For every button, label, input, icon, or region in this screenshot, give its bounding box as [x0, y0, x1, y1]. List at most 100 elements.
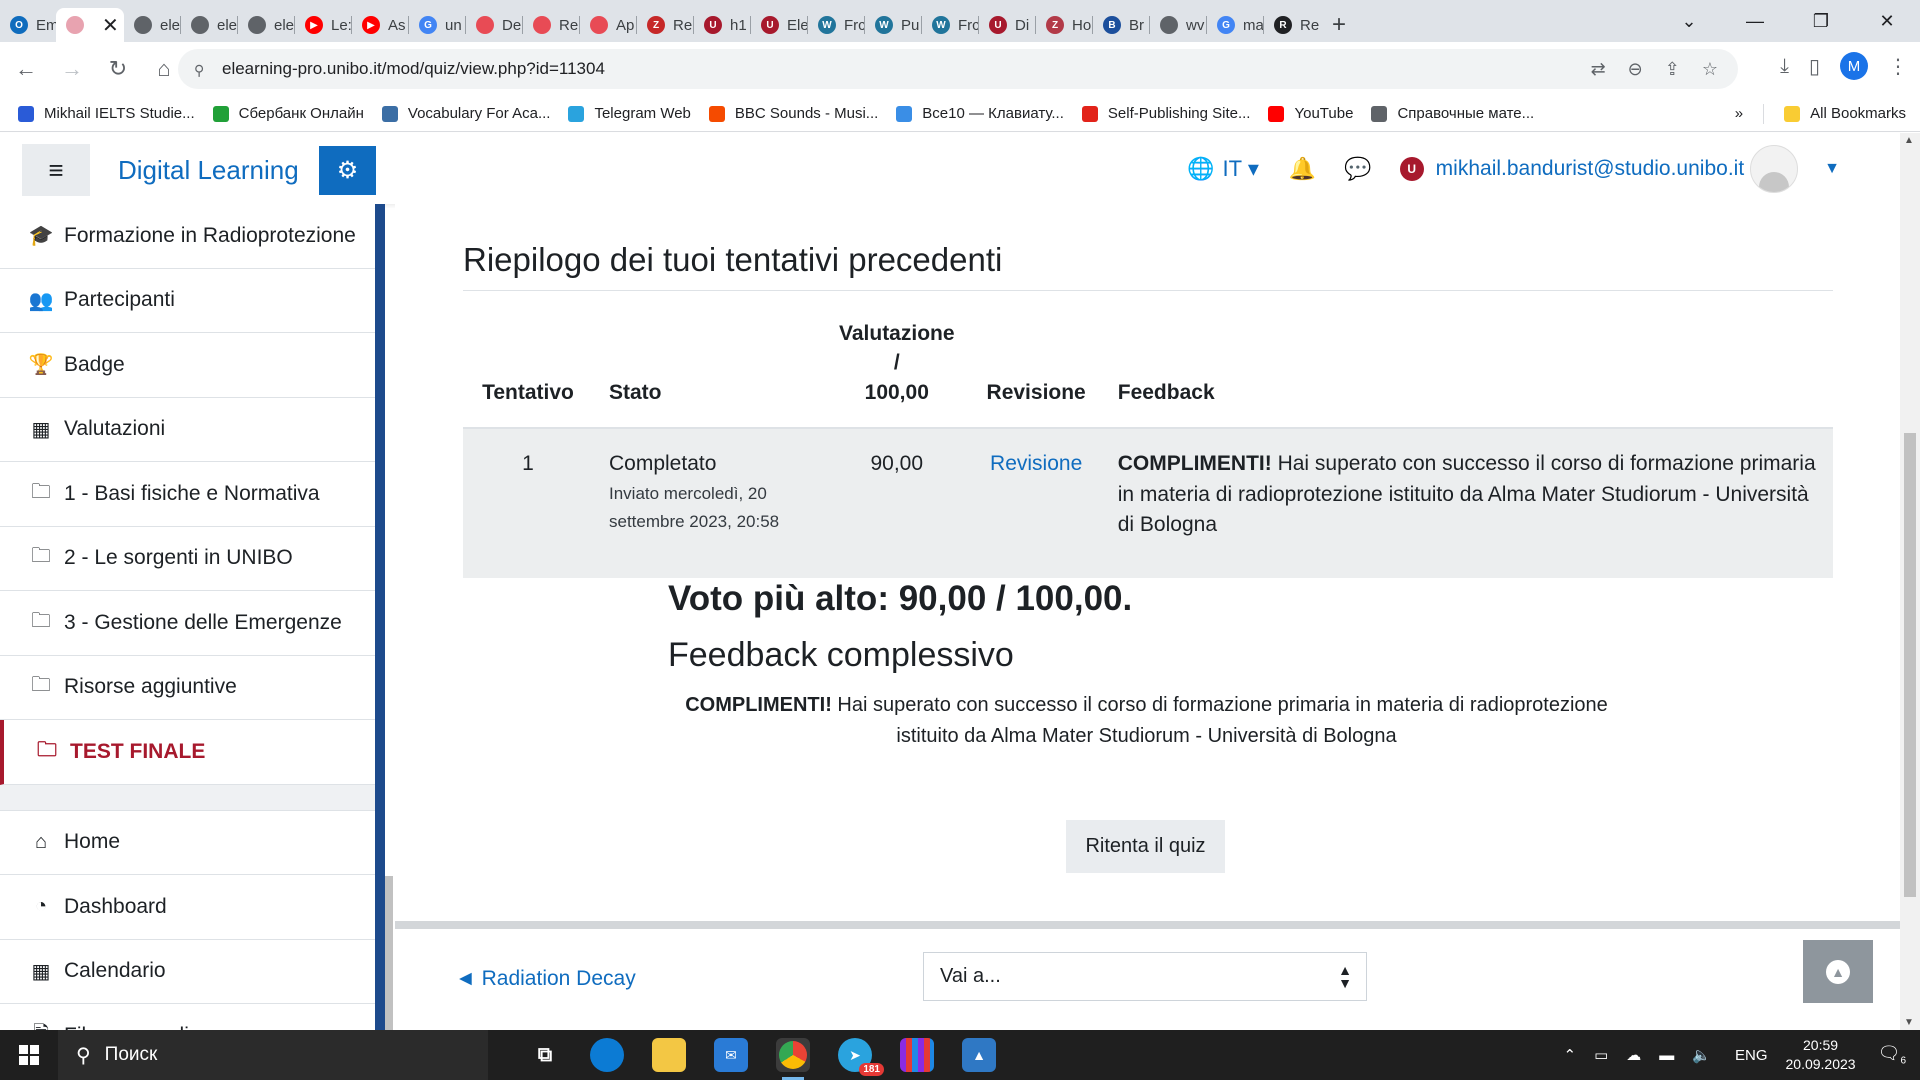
bookmark-item[interactable]: BBC Sounds - Musi... [708, 105, 878, 122]
browser-tab[interactable]: B Br [1093, 8, 1149, 42]
file-explorer-icon[interactable] [652, 1038, 686, 1072]
settings-button[interactable]: ⚙ [319, 146, 376, 195]
clock[interactable]: 20:59 20.09.2023 [1786, 1036, 1856, 1074]
share-icon[interactable]: ⇪ [1665, 59, 1680, 80]
browser-tab[interactable]: ▶ Le: [295, 8, 351, 42]
sidebar-item[interactable]: 🗀 2 - Le sorgenti in UNIBO [0, 527, 375, 591]
browser-tab[interactable]: W Frc [808, 8, 864, 42]
bookmark-item[interactable]: Mikhail IELTS Studie... [18, 105, 195, 122]
drawer-toggle-button[interactable]: ≡ [22, 144, 90, 196]
sidebar-item[interactable]: 🗀 1 - Basi fisiche e Normativa [0, 462, 375, 527]
bookmarks-more-button[interactable]: » [1735, 105, 1743, 122]
browser-tab[interactable]: R Re [1264, 8, 1320, 42]
browser-tab[interactable]: De [466, 8, 522, 42]
all-bookmarks-button[interactable]: All Bookmarks [1784, 105, 1906, 122]
new-tab-button[interactable]: + [1320, 8, 1358, 42]
start-button[interactable] [0, 1030, 58, 1080]
browser-tab[interactable]: ele [238, 8, 294, 42]
side-panel-icon[interactable]: ▯ [1809, 54, 1820, 79]
menu-dots-icon[interactable]: ⋮ [1888, 54, 1908, 79]
browser-tab[interactable]: W Frc [922, 8, 978, 42]
user-email-link[interactable]: mikhail.bandurist@studio.unibo.it [1436, 157, 1744, 181]
battery-icon[interactable]: ▬ [1659, 1047, 1674, 1064]
translate-icon[interactable]: ⇄ [1591, 59, 1606, 80]
sidebar-item[interactable]: 🗀 3 - Gestione delle Emergenze [0, 591, 375, 656]
browser-tab[interactable]: ele [181, 8, 237, 42]
sidebar-item[interactable]: ⌂ Home [0, 811, 375, 875]
photos-icon[interactable]: ▲ [962, 1038, 996, 1072]
edge-icon[interactable] [590, 1038, 624, 1072]
sidebar-item[interactable]: 👥 Partecipanti [0, 269, 375, 333]
previous-activity-link[interactable]: ◄ Radiation Decay [455, 967, 636, 991]
sidebar-item[interactable]: 🗀 Risorse aggiuntive [0, 656, 375, 720]
notifications-bell-icon[interactable]: 🔔 [1289, 156, 1316, 182]
zoom-icon[interactable]: ⊖ [1628, 59, 1643, 80]
address-bar[interactable]: ⚲ elearning-pro.unibo.it/mod/quiz/view.p… [178, 49, 1738, 89]
minimize-button[interactable]: — [1722, 11, 1788, 32]
bookmark-item[interactable]: YouTube [1268, 105, 1353, 122]
winrar-icon[interactable] [900, 1038, 934, 1072]
sidebar-item[interactable]: ◔ Dashboard [0, 875, 375, 940]
tray-overflow-icon[interactable]: ⌃ [1564, 1046, 1577, 1064]
browser-tab[interactable]: U Di [979, 8, 1035, 42]
language-menu[interactable]: IT ▾ [1223, 156, 1259, 182]
sidebar-item[interactable]: 🎓 Formazione in Radioprotezione [0, 204, 375, 269]
tab-search-icon[interactable]: ⌄ [1656, 11, 1722, 32]
bookmark-item[interactable]: Справочные мате... [1371, 105, 1534, 122]
user-menu-caret-icon[interactable]: ▼ [1824, 160, 1840, 178]
volume-icon[interactable]: 🔈 [1692, 1046, 1711, 1064]
sidebar-item[interactable]: 🏆 Badge [0, 333, 375, 398]
chrome-icon[interactable] [776, 1038, 810, 1080]
telegram-icon[interactable]: ➤ 181 [838, 1038, 884, 1076]
onedrive-icon[interactable]: ☁ [1626, 1046, 1641, 1064]
browser-tab[interactable]: Gun [409, 8, 465, 42]
site-name-link[interactable]: Digital Learning [118, 155, 299, 186]
scroll-down-icon[interactable]: ▼ [1904, 1017, 1914, 1028]
retry-quiz-button[interactable]: Ritenta il quiz [1066, 820, 1225, 873]
scrollbar-thumb[interactable] [1904, 433, 1916, 897]
browser-tab[interactable]: U Ele [751, 8, 807, 42]
network-icon[interactable]: ▭ [1594, 1046, 1608, 1064]
close-window-button[interactable]: ✕ [1854, 11, 1920, 32]
bookmark-item[interactable]: Vocabulary For Aca... [381, 105, 550, 122]
taskbar-search[interactable]: ⚲ Поиск [58, 1030, 488, 1080]
browser-tab[interactable]: O Em [0, 8, 56, 42]
messages-icon[interactable]: 💬 [1344, 156, 1371, 182]
site-info-icon[interactable]: ⚲ [194, 62, 208, 78]
browser-tab[interactable]: Gma [1207, 8, 1263, 42]
browser-tab[interactable]: ele [124, 8, 180, 42]
task-view-icon[interactable]: ⧉ [528, 1038, 562, 1072]
notification-center-icon[interactable]: 🗨6 [1878, 1043, 1906, 1067]
maximize-button[interactable]: ❐ [1788, 11, 1854, 32]
forward-button[interactable]: → [52, 56, 92, 82]
sidebar-item[interactable]: ▦ Calendario [0, 940, 375, 1004]
sidebar-scrollbar[interactable] [385, 876, 393, 1030]
mail-icon[interactable]: ✉ [714, 1038, 748, 1072]
bookmark-item[interactable]: Сбербанк Онлайн [212, 105, 364, 122]
jump-to-select[interactable]: Vai a... ▲ ▼ [923, 952, 1367, 1001]
browser-tab[interactable]: Ap [580, 8, 636, 42]
bookmark-item[interactable]: Все10 — Клавиату... [896, 105, 1064, 122]
browser-tab[interactable]: ✕ [56, 8, 124, 42]
bookmark-item[interactable]: Telegram Web [568, 105, 691, 122]
bookmark-star-icon[interactable]: ☆ [1702, 59, 1718, 80]
browser-tab[interactable]: Uh1 [694, 8, 750, 42]
profile-avatar[interactable]: M [1840, 52, 1868, 80]
back-button[interactable]: ← [6, 56, 46, 82]
browser-tab[interactable]: W Pu [865, 8, 921, 42]
tab-close-icon[interactable]: ✕ [102, 13, 119, 38]
download-icon[interactable]: ⤓ [1780, 55, 1789, 78]
sidebar-item[interactable]: 🗀 TEST FINALE [0, 720, 375, 785]
browser-tab[interactable]: ▶ As [352, 8, 408, 42]
back-to-top-button[interactable]: ▲ [1803, 940, 1873, 1003]
sidebar-item[interactable]: ▦ Valutazioni [0, 398, 375, 462]
review-link[interactable]: Revisione [990, 452, 1082, 475]
browser-tab[interactable]: Z Ho [1036, 8, 1092, 42]
reload-button[interactable]: ↻ [98, 56, 138, 82]
sidebar-item[interactable]: 🗎File personali [0, 1004, 375, 1030]
page-scrollbar[interactable]: ▲ ▼ [1900, 133, 1920, 1030]
input-language[interactable]: ENG [1735, 1047, 1768, 1064]
user-avatar[interactable] [1750, 144, 1799, 193]
browser-tab[interactable]: Re [523, 8, 579, 42]
scroll-up-icon[interactable]: ▲ [1904, 135, 1914, 146]
